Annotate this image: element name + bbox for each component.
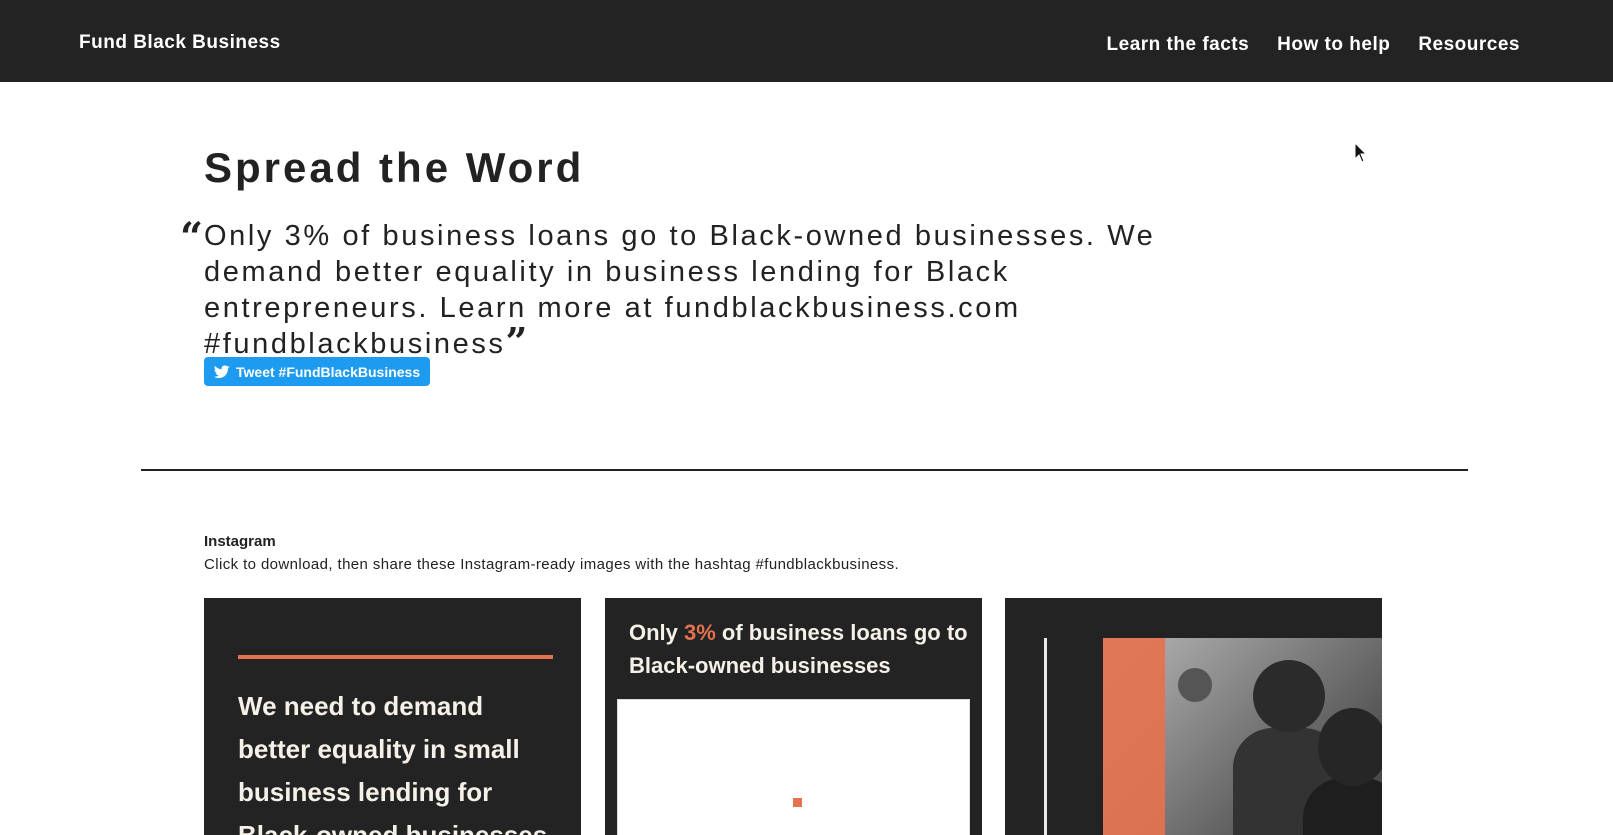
card2-graphic-panel [617, 699, 970, 835]
instagram-image-card-1[interactable]: We need to demand better equality in sma… [204, 598, 581, 835]
nav-link-learn-the-facts[interactable]: Learn the facts [1107, 34, 1250, 56]
top-navigation: Fund Black Business Learn the facts How … [0, 0, 1613, 82]
instagram-image-card-3[interactable] [1005, 598, 1382, 835]
card2-orange-square [793, 798, 802, 807]
nav-links: Learn the facts How to help Resources [1107, 34, 1520, 56]
quote-text: Only 3% of business loans go to Black-ow… [204, 220, 1156, 360]
tweet-button-label: Tweet #FundBlackBusiness [236, 363, 421, 380]
open-quote-mark: “ [180, 214, 204, 261]
nav-link-resources[interactable]: Resources [1418, 34, 1520, 56]
tweet-quote: “ Only 3% of business loans go to Black-… [180, 218, 1210, 362]
nav-link-how-to-help[interactable]: How to help [1277, 34, 1390, 56]
section-divider [141, 469, 1468, 471]
close-quote-mark: ” [505, 319, 530, 364]
quote-text-block: Only 3% of business loans go to Black-ow… [204, 218, 1210, 362]
instagram-description: Click to download, then share these Inst… [204, 556, 900, 573]
card2-headline: Only 3% of business loans go to Black-ow… [629, 616, 969, 682]
page-title: Spread the Word [204, 144, 585, 191]
instagram-heading: Instagram [204, 533, 276, 550]
site-brand-link[interactable]: Fund Black Business [79, 32, 281, 54]
mouse-cursor-icon [1354, 142, 1368, 163]
twitter-bird-icon [214, 364, 230, 378]
photo-orange-overlay [1103, 638, 1165, 835]
instagram-image-card-2[interactable]: Only 3% of business loans go to Black-ow… [605, 598, 982, 835]
card2-headline-prefix: Only [629, 620, 685, 645]
photo-figure-man-head [1318, 708, 1382, 786]
card3-photo [1103, 638, 1382, 835]
card2-headline-accent: 3% [684, 620, 716, 645]
photo-figure-woman-head [1253, 660, 1325, 732]
tweet-button[interactable]: Tweet #FundBlackBusiness [204, 357, 431, 386]
card3-vertical-rule [1044, 638, 1047, 835]
photo-background-figure [1178, 668, 1212, 702]
card1-headline: We need to demand better equality in sma… [238, 691, 548, 835]
accent-rule [238, 655, 553, 659]
